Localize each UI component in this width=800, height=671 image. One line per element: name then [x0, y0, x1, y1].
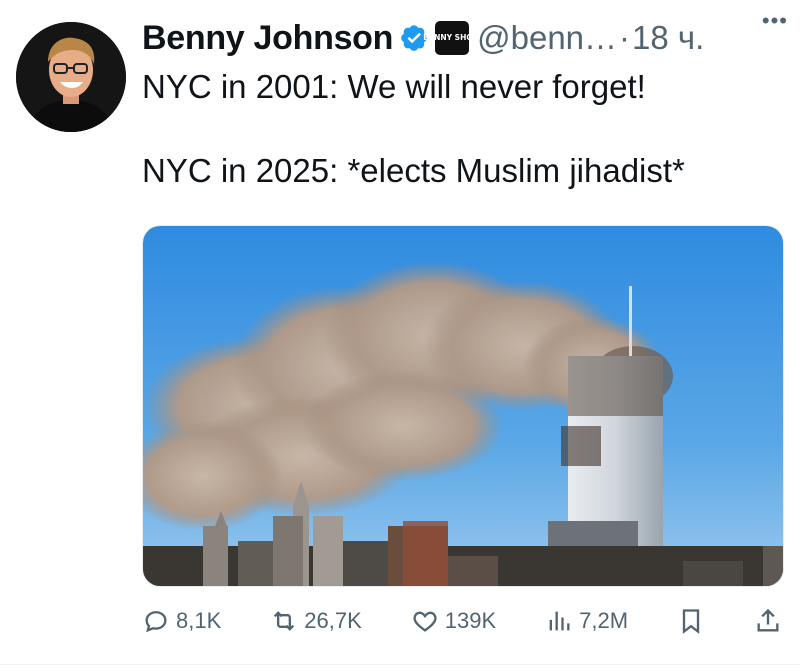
affiliate-badge-logo[interactable]: BENNY SHOW [423, 21, 481, 55]
author-handle[interactable]: @benn… [477, 19, 617, 57]
repost-count: 26,7K [304, 608, 362, 633]
reply-count: 8,1K [176, 608, 222, 633]
author-avatar[interactable] [16, 22, 126, 132]
bookmark-icon [682, 609, 700, 634]
affiliate-badge-text: BENNY SHOW [423, 33, 482, 42]
tweet-image[interactable] [142, 225, 784, 587]
more-options-icon[interactable]: ••• [762, 8, 788, 34]
like-count: 139K [444, 608, 497, 633]
tweet-divider [0, 664, 800, 665]
like-button[interactable]: 139K [411, 607, 496, 635]
repost-button[interactable]: 26,7K [270, 607, 362, 635]
tweet-text: NYC in 2001: We will never forget! NYC i… [142, 66, 780, 192]
tweet-header: Benny Johnson BENNY SHOW @benn… · 18 ч. [142, 14, 784, 62]
heart-icon [413, 611, 437, 632]
tweet-line-1: NYC in 2001: We will never forget! [142, 68, 646, 105]
reply-button[interactable]: 8,1K [142, 607, 221, 635]
views-button[interactable]: 7,2M [545, 607, 628, 635]
repost-icon [274, 611, 295, 631]
share-button[interactable] [754, 607, 782, 635]
author-name[interactable]: Benny Johnson [142, 19, 393, 58]
reply-icon [145, 611, 167, 633]
views-chart-icon [549, 611, 570, 631]
separator-dot: · [619, 19, 631, 56]
tweet-timestamp[interactable]: 18 ч. [632, 19, 704, 57]
tweet-line-2: NYC in 2025: *elects Muslim jihadist* [142, 152, 685, 189]
tweet-actions-bar: 8,1K 26,7K 139K 7,2M [142, 598, 782, 644]
share-icon [757, 608, 779, 632]
views-count: 7,2M [579, 608, 629, 633]
bookmark-button[interactable] [677, 607, 705, 635]
